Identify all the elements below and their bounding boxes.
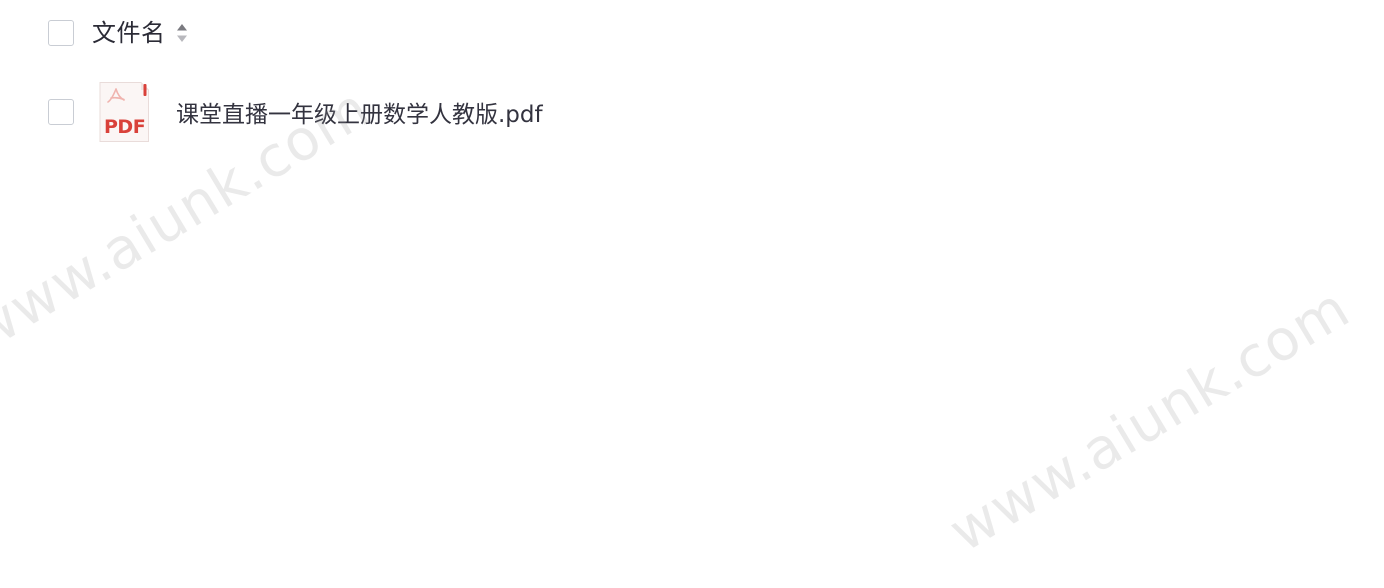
- select-all-checkbox[interactable]: [48, 20, 74, 46]
- pdf-file-type-label: PDF: [104, 116, 145, 138]
- file-list-header: 文件名: [48, 14, 189, 52]
- file-row[interactable]: PDF 课堂直播一年级上册数学人教版.pdf: [48, 80, 543, 144]
- sort-updown-icon[interactable]: [175, 21, 189, 45]
- pdf-file-icon: PDF: [98, 81, 150, 143]
- file-name-link[interactable]: 课堂直播一年级上册数学人教版.pdf: [176, 95, 543, 129]
- column-header-filename[interactable]: 文件名: [92, 14, 166, 52]
- file-row-checkbox[interactable]: [48, 99, 74, 125]
- watermark-text: www.aiunk.com: [938, 275, 1361, 565]
